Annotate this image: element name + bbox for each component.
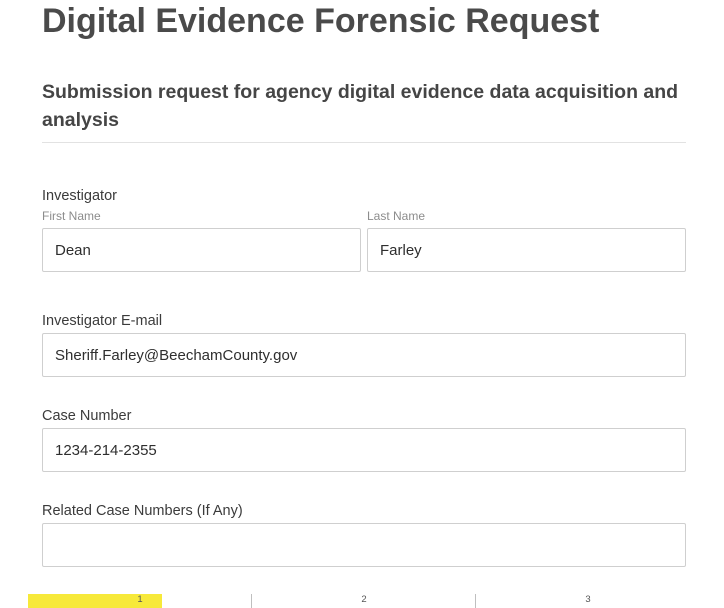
case-number-input[interactable] xyxy=(42,428,686,472)
progress-step-3: 3 xyxy=(585,594,591,605)
related-cases-label: Related Case Numbers (If Any) xyxy=(42,503,243,519)
email-label: Investigator E-mail xyxy=(42,313,163,329)
progress-step-2: 2 xyxy=(361,594,367,605)
progress-step-1: 1 xyxy=(137,594,143,605)
first-name-input[interactable] xyxy=(42,228,361,272)
last-name-label: Last Name xyxy=(367,209,426,223)
page-subtitle: Submission request for agency digital ev… xyxy=(42,81,679,131)
page-title: Digital Evidence Forensic Request xyxy=(42,2,600,40)
last-name-input[interactable] xyxy=(367,228,686,272)
email-input[interactable] xyxy=(42,333,686,377)
case-number-label: Case Number xyxy=(42,408,132,424)
progress-bar: 1 2 3 xyxy=(28,592,700,608)
related-cases-input[interactable] xyxy=(42,523,686,567)
investigator-label: Investigator xyxy=(42,188,117,204)
first-name-label: First Name xyxy=(42,209,101,223)
title-divider xyxy=(42,142,686,143)
